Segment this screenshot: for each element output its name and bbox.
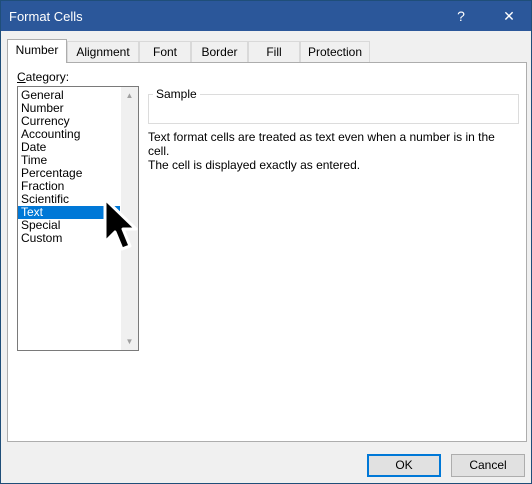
title-bar[interactable]: Format Cells ? ✕ [1,1,531,31]
tab-fill[interactable]: Fill [248,41,300,62]
description-line-1: Text format cells are treated as text ev… [148,130,495,158]
category-label-text: ategory: [25,70,70,84]
tab-strip: Number Alignment Font Border Fill Protec… [1,39,531,63]
category-label-accel: C [17,70,26,84]
dialog-title: Format Cells [9,9,83,24]
format-description: Text format cells are treated as text ev… [148,130,518,172]
cancel-button[interactable]: Cancel [451,454,525,477]
number-tab-panel: Category: General Number Currency Accoun… [7,62,527,442]
help-button[interactable]: ? [441,1,481,31]
mouse-pointer-icon [103,197,138,251]
ok-button[interactable]: OK [367,454,441,477]
scroll-down-arrow-icon[interactable]: ▼ [121,333,138,350]
category-label: Category: [17,70,69,84]
tab-border[interactable]: Border [191,41,248,62]
sample-label: Sample [153,87,200,101]
close-button[interactable]: ✕ [489,1,529,31]
tab-alignment[interactable]: Alignment [67,41,139,62]
tab-protection[interactable]: Protection [300,41,370,62]
description-line-2: The cell is displayed exactly as entered… [148,158,361,172]
sample-group: Sample [148,87,519,124]
scroll-up-arrow-icon[interactable]: ▲ [121,87,138,104]
format-cells-dialog: Format Cells ? ✕ Number Alignment Font B… [0,0,532,484]
tab-number[interactable]: Number [7,39,67,63]
tab-font[interactable]: Font [139,41,191,62]
